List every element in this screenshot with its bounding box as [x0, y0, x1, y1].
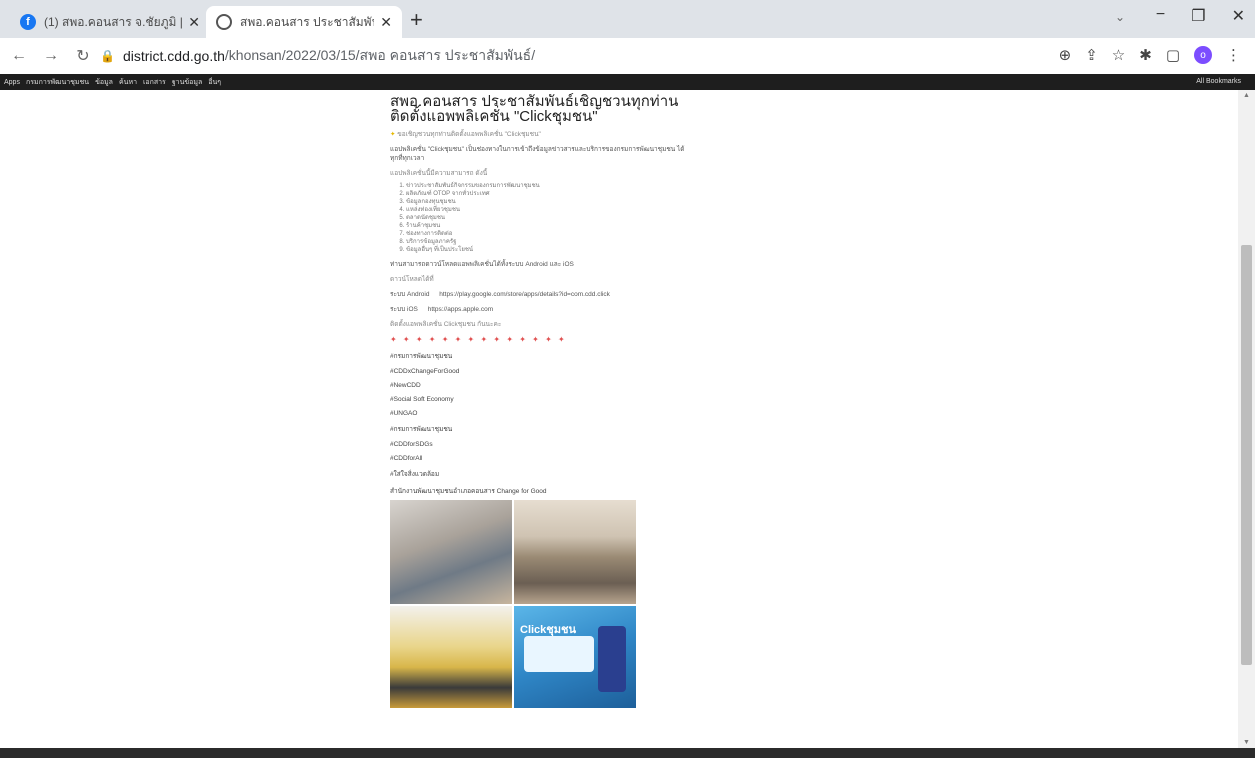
bookmark-item[interactable]: อื่นๆ	[208, 77, 221, 88]
photo-gallery: Clickชุมชน	[390, 500, 636, 708]
bookmark-item[interactable]: ฐานข้อมูล	[172, 77, 202, 88]
android-row: ระบบ Android https://play.google.com/sto…	[390, 290, 690, 299]
minimize-icon[interactable]: −	[1156, 6, 1165, 26]
star-divider: ✦ ✦ ✦ ✦ ✦ ✦ ✦ ✦ ✦ ✦ ✦ ✦ ✦ ✦	[390, 335, 567, 344]
list-item: แหล่งท่องเที่ยวชุมชน	[406, 206, 690, 214]
page-scrollbar[interactable]: ▲ ▼	[1238, 90, 1255, 748]
toolbar-actions: ⊕ ⇪ ☆ ✱ ▢ o ⋮	[1059, 46, 1241, 64]
promo-card	[524, 636, 594, 672]
taskbar-strip	[0, 748, 1255, 758]
tab-active-page[interactable]: สพอ.คอนสาร ประชาสัมพันธ์เชิญชวนฯ ✕	[206, 6, 402, 38]
closing-line: ติดตั้งแอพพลิเคชั่น Clickชุมชน กันนะคะ	[390, 321, 502, 328]
list-item: ข้อมูลกองทุนชุมชน	[406, 198, 690, 206]
scroll-thumb[interactable]	[1241, 245, 1252, 665]
hashtag[interactable]: #CDDforSDGs	[390, 441, 690, 448]
android-label: ระบบ Android	[390, 291, 430, 298]
ios-row: ระบบ iOS https://apps.apple.com	[390, 305, 690, 314]
scroll-down-icon[interactable]: ▼	[1243, 739, 1250, 746]
list-item: ข่าวประชาสัมพันธ์กิจกรรมของกรมการพัฒนาชุ…	[406, 182, 690, 190]
list-item: ร้านค้าชุมชน	[406, 222, 690, 230]
hashtag[interactable]: #NewCDD	[390, 382, 690, 389]
close-icon[interactable]: ✕	[188, 14, 200, 31]
tab-strip: f (1) สพอ.คอนสาร จ.ชัยภูมิ | Facebook ✕ …	[0, 0, 1255, 38]
forward-icon[interactable]: →	[38, 47, 64, 65]
url-path: /khonsan/2022/03/15/สพอ คอนสาร ประชาสัมพ…	[224, 47, 536, 63]
bookmarks-bar: Apps กรมการพัฒนาชุมชน ข้อมูล ค้นหา เอกสา…	[0, 74, 1255, 90]
list-item: ผลิตภัณฑ์ OTOP จากทั่วประเทศ	[406, 190, 690, 198]
sparkle-icon: ✦	[390, 131, 396, 138]
article: สพอ.คอนสาร ประชาสัมพันธ์เชิญชวนทุกท่านติ…	[390, 90, 690, 708]
address-bar[interactable]: 🔒 district.cdd.go.th /khonsan/2022/03/15…	[100, 43, 1050, 69]
hashtag[interactable]: #CDDxChangeForGood	[390, 368, 690, 375]
hashtag[interactable]: #ใส่ใจสิ่งแวดล้อม	[390, 469, 690, 479]
download-heading: ดาวน์โหลดได้ที่	[390, 276, 434, 283]
scroll-up-icon[interactable]: ▲	[1243, 92, 1250, 99]
article-intro: ✦ ขอเชิญชวนทุกท่านติดตั้งแอพพลิเคชั่น "C…	[390, 131, 541, 138]
all-bookmarks-button[interactable]: All Bookmarks	[1196, 78, 1241, 85]
list-item: ช่องทางการติดต่อ	[406, 230, 690, 238]
photo-group[interactable]	[514, 500, 636, 604]
hashtag[interactable]: #UNGAO	[390, 410, 690, 417]
page-viewport: สพอ.คอนสาร ประชาสัมพันธ์เชิญชวนทุกท่านติ…	[0, 90, 1238, 748]
facebook-icon: f	[20, 14, 36, 30]
bookmark-star-icon[interactable]: ☆	[1112, 46, 1125, 64]
phone-icon	[598, 626, 626, 692]
bookmark-item[interactable]: Apps	[4, 79, 20, 86]
android-link[interactable]: https://play.google.com/store/apps/detai…	[439, 291, 610, 298]
list-item: ข้อมูลอื่นๆ ที่เป็นประโยชน์	[406, 246, 690, 254]
bookmark-item[interactable]: เอกสาร	[143, 77, 166, 88]
side-panel-icon[interactable]: ▢	[1166, 46, 1180, 64]
features-list: ข่าวประชาสัมพันธ์กิจกรรมของกรมการพัฒนาชุ…	[390, 182, 690, 254]
reload-icon[interactable]: ↻	[70, 46, 96, 66]
bookmark-item[interactable]: กรมการพัฒนาชุมชน	[26, 77, 89, 88]
zoom-icon[interactable]: ⊕	[1059, 46, 1072, 64]
window-controls: − ❐ ✕	[1156, 6, 1245, 26]
features-heading: แอปพลิเคชั่นนี้มีความสามารถ ดังนี้	[390, 170, 488, 177]
share-icon[interactable]: ⇪	[1085, 46, 1098, 64]
close-window-icon[interactable]: ✕	[1232, 6, 1245, 26]
hashtag[interactable]: #Social Soft Economy	[390, 396, 690, 403]
article-paragraph: แอปพลิเคชั่น "Clickชุมชน" เป็นช่องทางในก…	[390, 146, 685, 162]
photo-staff-at-desk[interactable]	[390, 500, 512, 604]
tab-search-icon[interactable]: ⌄	[1115, 10, 1125, 24]
close-icon[interactable]: ✕	[380, 14, 392, 31]
bookmark-item[interactable]: ข้อมูล	[95, 77, 113, 88]
back-icon[interactable]: ←	[6, 47, 32, 65]
tab-facebook[interactable]: f (1) สพอ.คอนสาร จ.ชัยภูมิ | Facebook ✕	[10, 6, 210, 38]
restore-icon[interactable]: ❐	[1191, 6, 1205, 26]
ios-label: ระบบ iOS	[390, 306, 418, 313]
browser-toolbar: ← → ↻ 🔒 district.cdd.go.th /khonsan/2022…	[0, 38, 1255, 74]
article-title: สพอ.คอนสาร ประชาสัมพันธ์เชิญชวนทุกท่านติ…	[390, 93, 679, 125]
menu-icon[interactable]: ⋮	[1226, 46, 1241, 64]
ios-link[interactable]: https://apps.apple.com	[428, 306, 493, 313]
hashtag[interactable]: #CDDforAll	[390, 455, 690, 462]
extensions-icon[interactable]: ✱	[1139, 46, 1152, 64]
new-tab-button[interactable]: +	[410, 8, 423, 32]
list-item: ตลาดนัดชุมชน	[406, 214, 690, 222]
profile-avatar[interactable]: o	[1194, 46, 1212, 64]
tab-title: (1) สพอ.คอนสาร จ.ชัยภูมิ | Facebook	[44, 14, 183, 29]
article-note: ท่านสามารถดาวน์โหลดแอพพลิเคชั่นได้ทั้งระ…	[390, 261, 574, 268]
hashtag[interactable]: #กรมการพัฒนาชุมชน	[390, 424, 690, 434]
globe-icon	[216, 14, 232, 30]
article-footer: สำนักงานพัฒนาชุมชนอำเภอคอนสาร Change for…	[390, 488, 547, 495]
url-domain: district.cdd.go.th	[122, 48, 225, 64]
photo-event-stage[interactable]	[390, 606, 512, 708]
tab-title: สพอ.คอนสาร ประชาสัมพันธ์เชิญชวนฯ	[240, 14, 374, 29]
list-item: บริการข้อมูลภาครัฐ	[406, 238, 690, 246]
lock-icon[interactable]: 🔒	[100, 49, 115, 63]
hashtag[interactable]: #กรมการพัฒนาชุมชน	[390, 351, 690, 361]
bookmark-item[interactable]: ค้นหา	[119, 77, 137, 88]
photo-promo-banner[interactable]: Clickชุมชน	[514, 606, 636, 708]
